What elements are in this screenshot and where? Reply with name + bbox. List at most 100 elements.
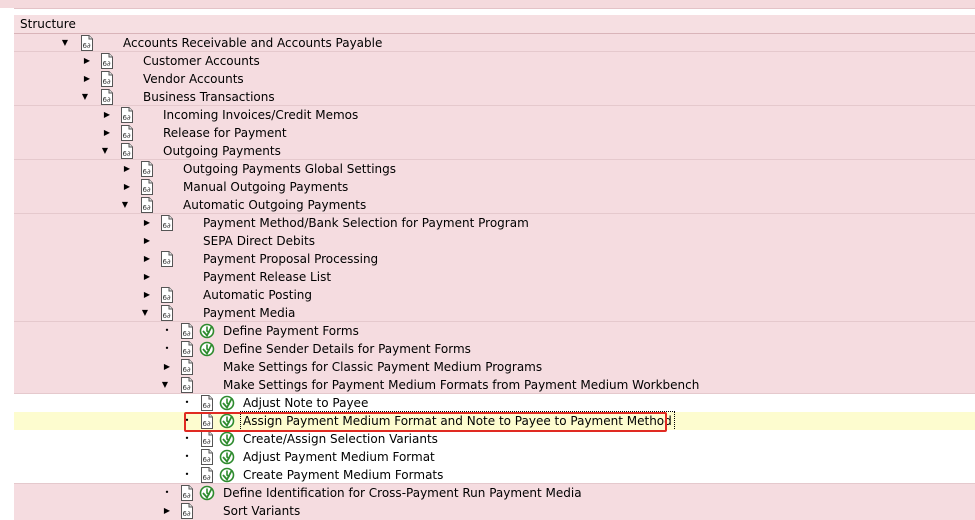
tree-node-define-sender-details[interactable]: • Define Sender Details for Payment Form…	[14, 340, 975, 358]
document-icon	[120, 107, 134, 123]
collapsed-arrow-icon[interactable]: ▶	[142, 214, 152, 232]
tree-node-label: Payment Release List	[203, 270, 332, 284]
leaf-bullet-icon: •	[184, 470, 190, 479]
collapsed-arrow-icon[interactable]: ▶	[122, 160, 132, 178]
execute-activity-icon[interactable]	[219, 467, 235, 483]
execute-activity-icon[interactable]	[219, 395, 235, 411]
document-icon	[120, 143, 134, 159]
document-icon	[180, 377, 194, 393]
tree-node-label: Make Settings for Payment Medium Formats…	[223, 378, 700, 392]
tree-node-outgoing-global-settings[interactable]: ▶ Outgoing Payments Global Settings	[14, 160, 975, 178]
tree-node-label: Manual Outgoing Payments	[183, 180, 349, 194]
tree-node-label: Automatic Posting	[203, 288, 313, 302]
tree-node-adjust-note-to-payee[interactable]: • Adjust Note to Payee	[14, 394, 975, 412]
tree-node-payment-medium-workbench[interactable]: ▼ Make Settings for Payment Medium Forma…	[14, 376, 975, 394]
tree-node-manual-outgoing-payments[interactable]: ▶ Manual Outgoing Payments	[14, 178, 975, 196]
tree-node-payment-release-list[interactable]: ▶ Payment Release List	[14, 268, 975, 286]
collapsed-arrow-icon[interactable]: ▶	[82, 52, 92, 70]
collapsed-arrow-icon[interactable]: ▶	[142, 268, 152, 286]
tree-node-label: Payment Proposal Processing	[203, 252, 379, 266]
tree-node-automatic-outgoing-payments[interactable]: ▼ Automatic Outgoing Payments	[14, 196, 975, 214]
execute-activity-icon[interactable]	[199, 323, 215, 339]
collapsed-arrow-icon[interactable]: ▶	[122, 178, 132, 196]
tree-node-payment-media[interactable]: ▼ Payment Media	[14, 304, 975, 322]
document-icon	[180, 359, 194, 375]
document-icon	[180, 323, 194, 339]
expanded-arrow-icon[interactable]: ▼	[100, 142, 110, 160]
tree-node-label: Make Settings for Classic Payment Medium…	[223, 360, 543, 374]
tree-node-incoming-invoices[interactable]: ▶ Incoming Invoices/Credit Memos	[14, 106, 975, 124]
document-icon	[200, 449, 214, 465]
tree-node-label: Vendor Accounts	[143, 72, 244, 86]
document-icon	[140, 197, 154, 213]
tree-node-define-payment-forms[interactable]: • Define Payment Forms	[14, 322, 975, 340]
document-icon	[180, 341, 194, 357]
tree-node-label: Define Identification for Cross-Payment …	[223, 486, 582, 500]
expanded-arrow-icon[interactable]: ▼	[80, 88, 90, 106]
document-icon	[180, 485, 194, 501]
tree-node-label: Outgoing Payments	[163, 144, 281, 158]
tree-node-sepa-direct-debits[interactable]: ▶ SEPA Direct Debits	[14, 232, 975, 250]
tree-node-classic-payment-medium[interactable]: ▶ Make Settings for Classic Payment Medi…	[14, 358, 975, 376]
document-icon	[160, 251, 174, 267]
document-icon	[180, 503, 194, 519]
leaf-bullet-icon: •	[184, 452, 190, 461]
collapsed-arrow-icon[interactable]: ▶	[142, 286, 152, 304]
tree-node-customer-accounts[interactable]: ▶ Customer Accounts	[14, 52, 975, 70]
highlight-box	[184, 412, 667, 432]
expanded-arrow-icon[interactable]: ▼	[60, 34, 70, 52]
tree-node-label: Release for Payment	[163, 126, 287, 140]
document-icon	[200, 431, 214, 447]
execute-activity-icon[interactable]	[199, 485, 215, 501]
tree-node-label: Adjust Note to Payee	[243, 396, 369, 410]
collapsed-arrow-icon[interactable]: ▶	[162, 358, 172, 376]
top-band	[0, 0, 975, 9]
left-margin	[0, 8, 14, 514]
tree-node-label: Payment Method/Bank Selection for Paymen…	[203, 216, 529, 230]
tree-node-automatic-posting[interactable]: ▶ Automatic Posting	[14, 286, 975, 304]
tree-node-label: Accounts Receivable and Accounts Payable	[123, 36, 383, 50]
tree-node-label: Payment Media	[203, 306, 296, 320]
tree-node-ar-ap[interactable]: ▼ Accounts Receivable and Accounts Payab…	[14, 34, 975, 52]
document-icon	[140, 179, 154, 195]
tree-node-payment-proposal-processing[interactable]: ▶ Payment Proposal Processing	[14, 250, 975, 268]
tree-node-label: Sort Variants	[223, 504, 301, 518]
tree-node-selection-variants[interactable]: • Create/Assign Selection Variants	[14, 430, 975, 448]
leaf-bullet-icon: •	[184, 398, 190, 407]
execute-activity-icon[interactable]	[219, 431, 235, 447]
document-icon	[100, 53, 114, 69]
tree-node-vendor-accounts[interactable]: ▶ Vendor Accounts	[14, 70, 975, 88]
collapsed-arrow-icon[interactable]: ▶	[82, 70, 92, 88]
tree-node-create-payment-medium-formats[interactable]: • Create Payment Medium Formats	[14, 466, 975, 484]
tree-node-label: Automatic Outgoing Payments	[183, 198, 367, 212]
tree-node-adjust-payment-medium-format[interactable]: • Adjust Payment Medium Format	[14, 448, 975, 466]
document-icon	[200, 395, 214, 411]
collapsed-arrow-icon[interactable]: ▶	[142, 250, 152, 268]
document-icon	[160, 287, 174, 303]
structure-header: Structure	[14, 15, 975, 34]
tree-node-payment-method-bank-selection[interactable]: ▶ Payment Method/Bank Selection for Paym…	[14, 214, 975, 232]
collapsed-arrow-icon[interactable]: ▶	[102, 106, 112, 124]
collapsed-arrow-icon[interactable]: ▶	[162, 502, 172, 520]
collapsed-arrow-icon[interactable]: ▶	[102, 124, 112, 142]
tree-node-release-for-payment[interactable]: ▶ Release for Payment	[14, 124, 975, 142]
collapsed-arrow-icon[interactable]: ▶	[142, 232, 152, 250]
tree-node-label: Customer Accounts	[143, 54, 260, 68]
tree-node-sort-variants[interactable]: ▶ Sort Variants	[14, 502, 975, 520]
document-icon	[100, 89, 114, 105]
execute-activity-icon[interactable]	[199, 341, 215, 357]
tree-node-label: Outgoing Payments Global Settings	[183, 162, 396, 176]
tree-node-cross-payment-run[interactable]: • Define Identification for Cross-Paymen…	[14, 484, 975, 502]
expanded-arrow-icon[interactable]: ▼	[140, 304, 150, 322]
document-icon	[200, 467, 214, 483]
tree-node-business-transactions[interactable]: ▼ Business Transactions	[14, 88, 975, 106]
leaf-bullet-icon: •	[184, 434, 190, 443]
tree-node-label: Define Payment Forms	[223, 324, 359, 338]
tree-node-outgoing-payments[interactable]: ▼ Outgoing Payments	[14, 142, 975, 160]
document-icon	[120, 125, 134, 141]
tree-node-label: Define Sender Details for Payment Forms	[223, 342, 471, 356]
tree-node-label: Incoming Invoices/Credit Memos	[163, 108, 359, 122]
expanded-arrow-icon[interactable]: ▼	[120, 196, 130, 214]
expanded-arrow-icon[interactable]: ▼	[160, 376, 170, 394]
execute-activity-icon[interactable]	[219, 449, 235, 465]
